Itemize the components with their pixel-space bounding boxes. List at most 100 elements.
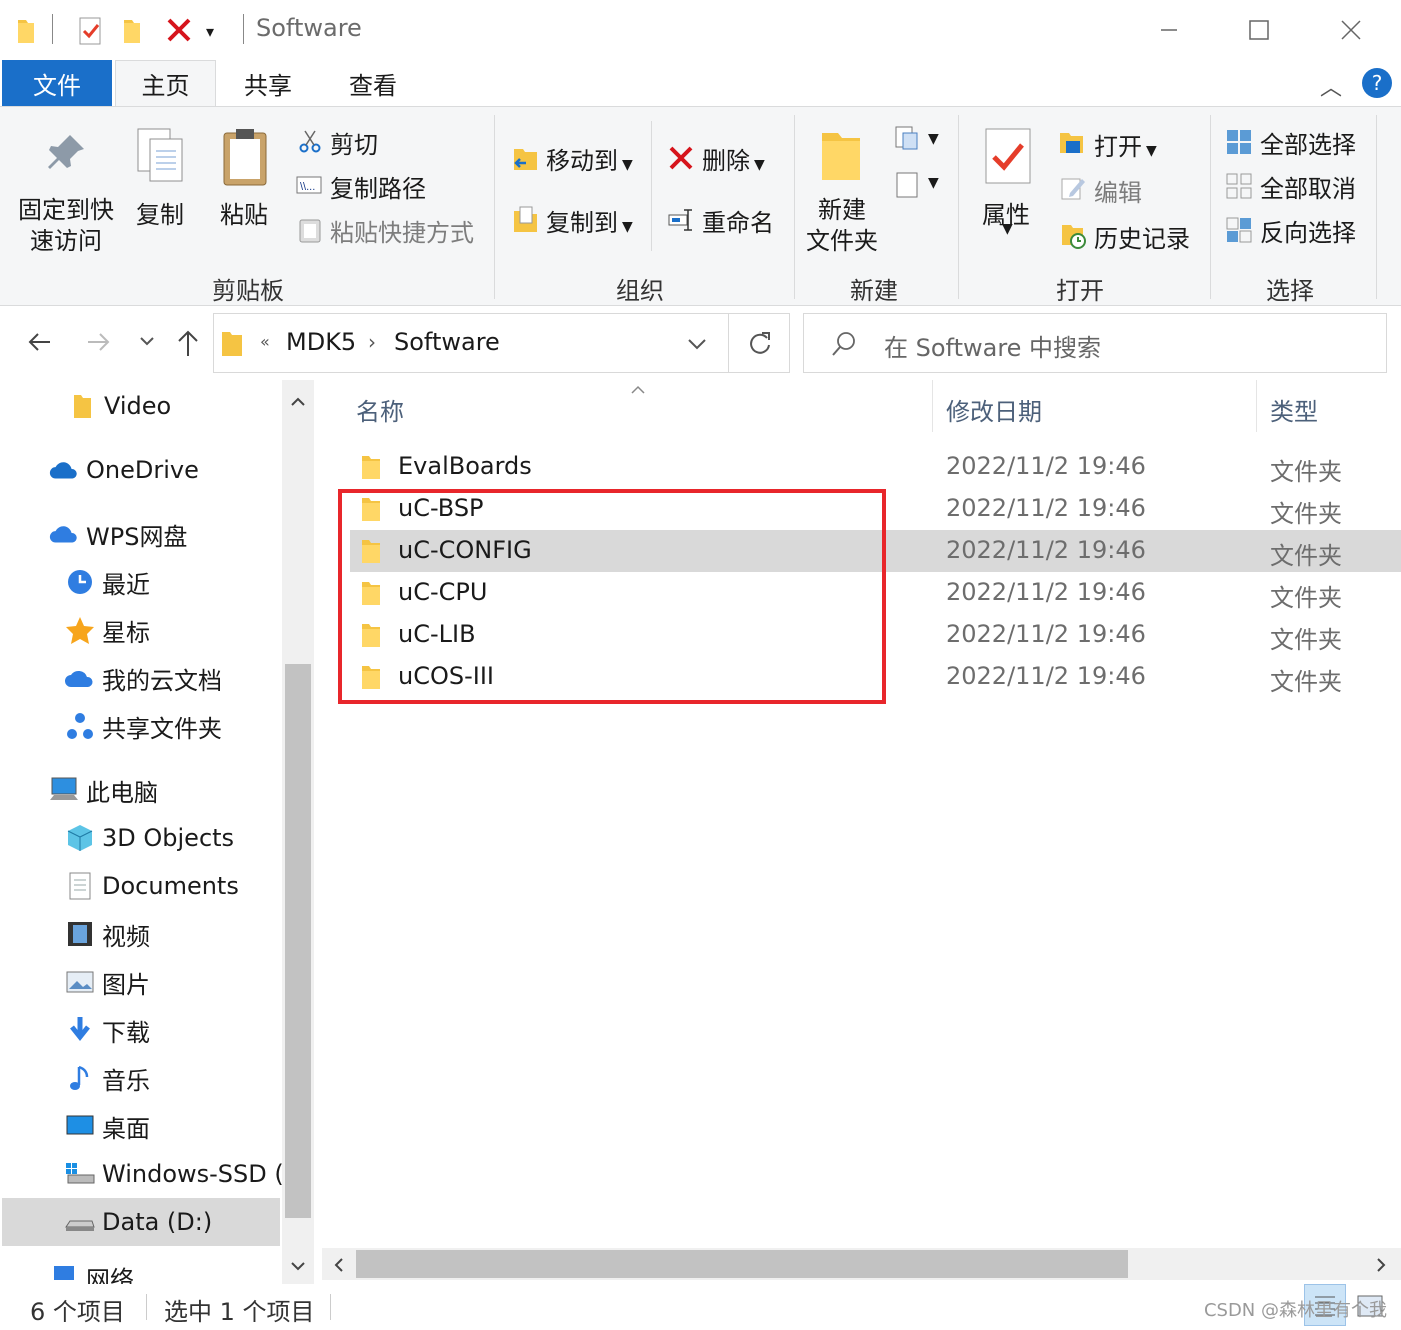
group-separator (958, 115, 959, 299)
open-button[interactable]: 打开 ▼ (1094, 127, 1157, 162)
ribbon-tabs: 文件 主页 共享 查看 ︿ ? (0, 60, 1401, 106)
dropdown-caret-icon[interactable]: ▼ (1002, 221, 1013, 237)
3d-objects-icon (64, 822, 96, 854)
file-row[interactable]: EvalBoards 2022/11/2 19:46 文件夹 (350, 446, 1401, 488)
dropdown-caret-icon: ▼ (754, 157, 765, 173)
recent-locations-icon[interactable] (138, 332, 156, 354)
divider (651, 121, 652, 251)
history-button[interactable]: 历史记录 (1094, 219, 1190, 254)
file-name[interactable]: EvalBoards (398, 452, 532, 480)
back-arrow-icon[interactable] (26, 328, 54, 360)
delete-button[interactable]: 删除 ▼ (702, 141, 765, 176)
dropdown-caret-icon[interactable]: ▼ (928, 131, 939, 147)
sidebar-item-label: 3D Objects (102, 824, 235, 852)
properties-icon[interactable] (76, 14, 106, 46)
rename-button[interactable]: 重命名 (702, 203, 774, 238)
edit-icon (1060, 175, 1085, 200)
collapse-ribbon-icon[interactable]: ︿ (1320, 70, 1342, 102)
scroll-down-icon[interactable] (290, 1258, 306, 1277)
sidebar-item-3d-objects[interactable]: 3D Objects (64, 814, 234, 862)
sidebar-item-recent[interactable]: 最近 (64, 558, 150, 606)
select-all-icon (1226, 129, 1251, 154)
close-button[interactable] (1321, 8, 1381, 52)
tab-file[interactable]: 文件 (2, 60, 112, 106)
file-type: 文件夹 (1270, 458, 1342, 486)
address-bar[interactable]: « MDK5 › Software (213, 313, 790, 373)
copy-to-button[interactable]: 复制到 ▼ (546, 203, 633, 238)
sidebar-item-downloads[interactable]: 下载 (64, 1006, 150, 1054)
divider (52, 14, 53, 44)
scroll-right-icon[interactable] (1376, 1257, 1388, 1277)
copy-path-button[interactable]: 复制路径 (330, 169, 426, 204)
column-separator[interactable] (932, 380, 933, 432)
sidebar-item-network[interactable]: 网络 (48, 1260, 134, 1284)
sidebar-item-desktop[interactable]: 桌面 (64, 1102, 150, 1150)
sidebar-item-data-drive[interactable]: Data (D:) (2, 1198, 280, 1246)
sidebar-item-documents[interactable]: Documents (64, 862, 239, 910)
breadcrumb-mdk5[interactable]: MDK5 (286, 328, 356, 356)
network-icon (48, 1260, 80, 1284)
pin-quick-access-button[interactable]: 固定到快 速访问 (18, 195, 114, 257)
sidebar-item-windows-ssd[interactable]: Windows-SSD ( (64, 1150, 284, 1198)
up-arrow-icon[interactable] (174, 328, 202, 362)
column-header-date[interactable]: 修改日期 (946, 392, 1042, 427)
horizontal-scrollbar-thumb[interactable] (356, 1250, 1128, 1278)
paste-shortcut-button[interactable]: 粘贴快捷方式 (330, 213, 474, 248)
search-input[interactable]: 在 Software 中搜索 (884, 328, 1101, 363)
new-folder-icon[interactable] (120, 14, 150, 46)
sidebar-item-pictures[interactable]: 图片 (64, 958, 150, 1006)
sidebar-item-this-pc[interactable]: 此电脑 (48, 766, 158, 814)
sidebar-item-onedrive[interactable]: OneDrive (48, 446, 199, 494)
sidebar-item-shared-folder[interactable]: 共享文件夹 (64, 702, 222, 750)
search-box[interactable]: 在 Software 中搜索 (803, 313, 1387, 373)
refresh-icon[interactable] (748, 330, 772, 360)
select-all-button[interactable]: 全部选择 (1260, 125, 1356, 160)
sidebar-item-video[interactable]: Video (66, 382, 171, 430)
dropdown-caret-icon: ▼ (1146, 143, 1157, 159)
sidebar-item-starred[interactable]: 星标 (64, 606, 150, 654)
move-to-button[interactable]: 移动到 ▼ (546, 141, 633, 176)
tab-share[interactable]: 共享 (216, 60, 320, 106)
scroll-up-icon[interactable] (290, 392, 306, 411)
status-item-count: 6 个项目 (30, 1298, 125, 1326)
column-header-name[interactable]: 名称 (356, 392, 404, 427)
customize-qa-icon[interactable]: ▾ (206, 22, 236, 54)
sidebar-item-label: OneDrive (86, 456, 199, 484)
sidebar-item-label: WPS网盘 (86, 522, 188, 551)
easy-access-icon[interactable] (894, 169, 918, 198)
dropdown-caret-icon[interactable]: ▼ (928, 175, 939, 191)
cut-button[interactable]: 剪切 (330, 125, 378, 160)
maximize-button[interactable] (1229, 8, 1289, 52)
sidebar-item-label: 星标 (102, 618, 150, 647)
column-header-type[interactable]: 类型 (1270, 392, 1318, 427)
delete-icon[interactable] (164, 14, 194, 46)
tab-view[interactable]: 查看 (320, 60, 426, 106)
paste-button[interactable]: 粘贴 (220, 195, 268, 230)
group-label-new: 新建 (850, 277, 898, 305)
copy-button[interactable]: 复制 (136, 195, 184, 230)
paste-icon (222, 127, 268, 191)
sidebar-item-label: 我的云文档 (102, 666, 222, 695)
breadcrumb-software[interactable]: Software (394, 328, 500, 356)
edit-button[interactable]: 编辑 (1094, 173, 1142, 208)
new-item-icon[interactable] (894, 125, 918, 150)
sidebar-scrollbar-thumb[interactable] (285, 664, 311, 1218)
navigation-pane: Video OneDrive WPS网盘 最近 星标 我的云文档 共享文件夹 此… (0, 380, 316, 1284)
help-icon[interactable]: ? (1362, 68, 1392, 98)
breadcrumb-chevron-icon[interactable]: › (368, 330, 376, 354)
select-none-button[interactable]: 全部取消 (1260, 169, 1356, 204)
forward-arrow-icon[interactable] (84, 328, 112, 360)
invert-selection-button[interactable]: 反向选择 (1260, 213, 1356, 248)
tab-home[interactable]: 主页 (115, 60, 216, 106)
minimize-button[interactable] (1139, 8, 1199, 52)
address-dropdown-icon[interactable] (686, 334, 708, 358)
file-type: 文件夹 (1270, 668, 1342, 696)
sidebar-item-cloud-docs[interactable]: 我的云文档 (64, 654, 222, 702)
breadcrumb-overflow[interactable]: « (260, 332, 270, 351)
new-folder-button[interactable]: 新建 文件夹 (806, 195, 878, 257)
sidebar-item-music[interactable]: 音乐 (64, 1054, 150, 1102)
scroll-left-icon[interactable] (332, 1257, 344, 1277)
column-separator[interactable] (1256, 380, 1257, 432)
sidebar-item-wps-cloud[interactable]: WPS网盘 (48, 510, 187, 558)
sidebar-item-videos[interactable]: 视频 (64, 910, 150, 958)
